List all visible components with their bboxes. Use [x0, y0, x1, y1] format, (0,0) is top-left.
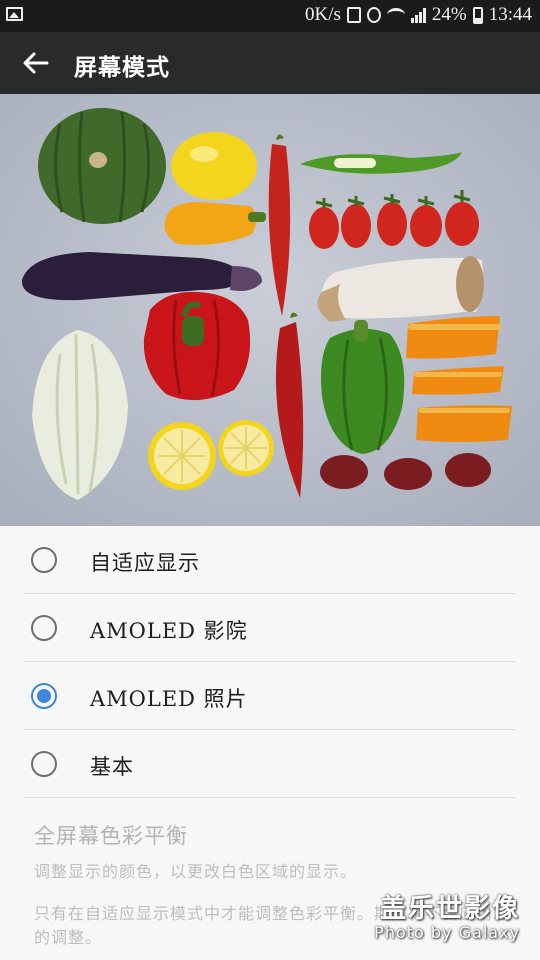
mode-option-amoled-cinema[interactable]: AMOLED 影院 — [0, 594, 540, 662]
watermark: 盖乐世影像 Photo by Galaxy — [374, 888, 520, 942]
page-title: 屏幕模式 — [74, 54, 170, 81]
watermark-subtitle: Photo by Galaxy — [374, 923, 520, 942]
mode-label: AMOLED 影院 — [90, 619, 248, 643]
vegetables-photo-icon — [0, 94, 540, 526]
battery-percent: 24% — [431, 4, 467, 25]
screen-mode-list: 自适应显示 AMOLED 影院 AMOLED 照片 基本 — [0, 526, 540, 798]
mode-option-adaptive[interactable]: 自适应显示 — [0, 526, 540, 594]
notification-icon — [346, 7, 361, 23]
status-bar: 0K/s 24% 13:44 — [0, 0, 540, 32]
status-right: 0K/s 24% 13:44 — [305, 4, 532, 26]
divider — [24, 797, 516, 798]
radio-button-selected[interactable] — [31, 683, 57, 709]
mode-label: 自适应显示 — [90, 551, 200, 575]
clock: 13:44 — [488, 4, 532, 25]
color-balance-title: 全屏幕色彩平衡 — [34, 824, 188, 848]
color-balance-description: 调整显示的颜色，以更改白色区域的显示。 — [34, 862, 358, 881]
battery-icon — [472, 6, 483, 24]
mode-option-amoled-photo[interactable]: AMOLED 照片 — [0, 662, 540, 730]
mode-option-basic[interactable]: 基本 — [0, 730, 540, 798]
mode-label: AMOLED 照片 — [90, 687, 248, 711]
radio-button[interactable] — [31, 751, 57, 777]
gallery-notification-icon — [6, 7, 23, 21]
app-bar: 屏幕模式 — [0, 32, 540, 94]
alarm-icon — [366, 7, 381, 23]
watermark-title: 盖乐世影像 — [379, 894, 520, 924]
radio-button[interactable] — [31, 615, 57, 641]
network-speed: 0K/s — [304, 4, 341, 25]
back-button[interactable] — [20, 47, 52, 79]
arrow-left-icon — [23, 52, 49, 74]
wifi-icon — [386, 8, 405, 22]
radio-button[interactable] — [31, 547, 57, 573]
preview-image — [0, 94, 540, 526]
mode-label: 基本 — [90, 755, 134, 779]
signal-icon — [410, 7, 426, 23]
